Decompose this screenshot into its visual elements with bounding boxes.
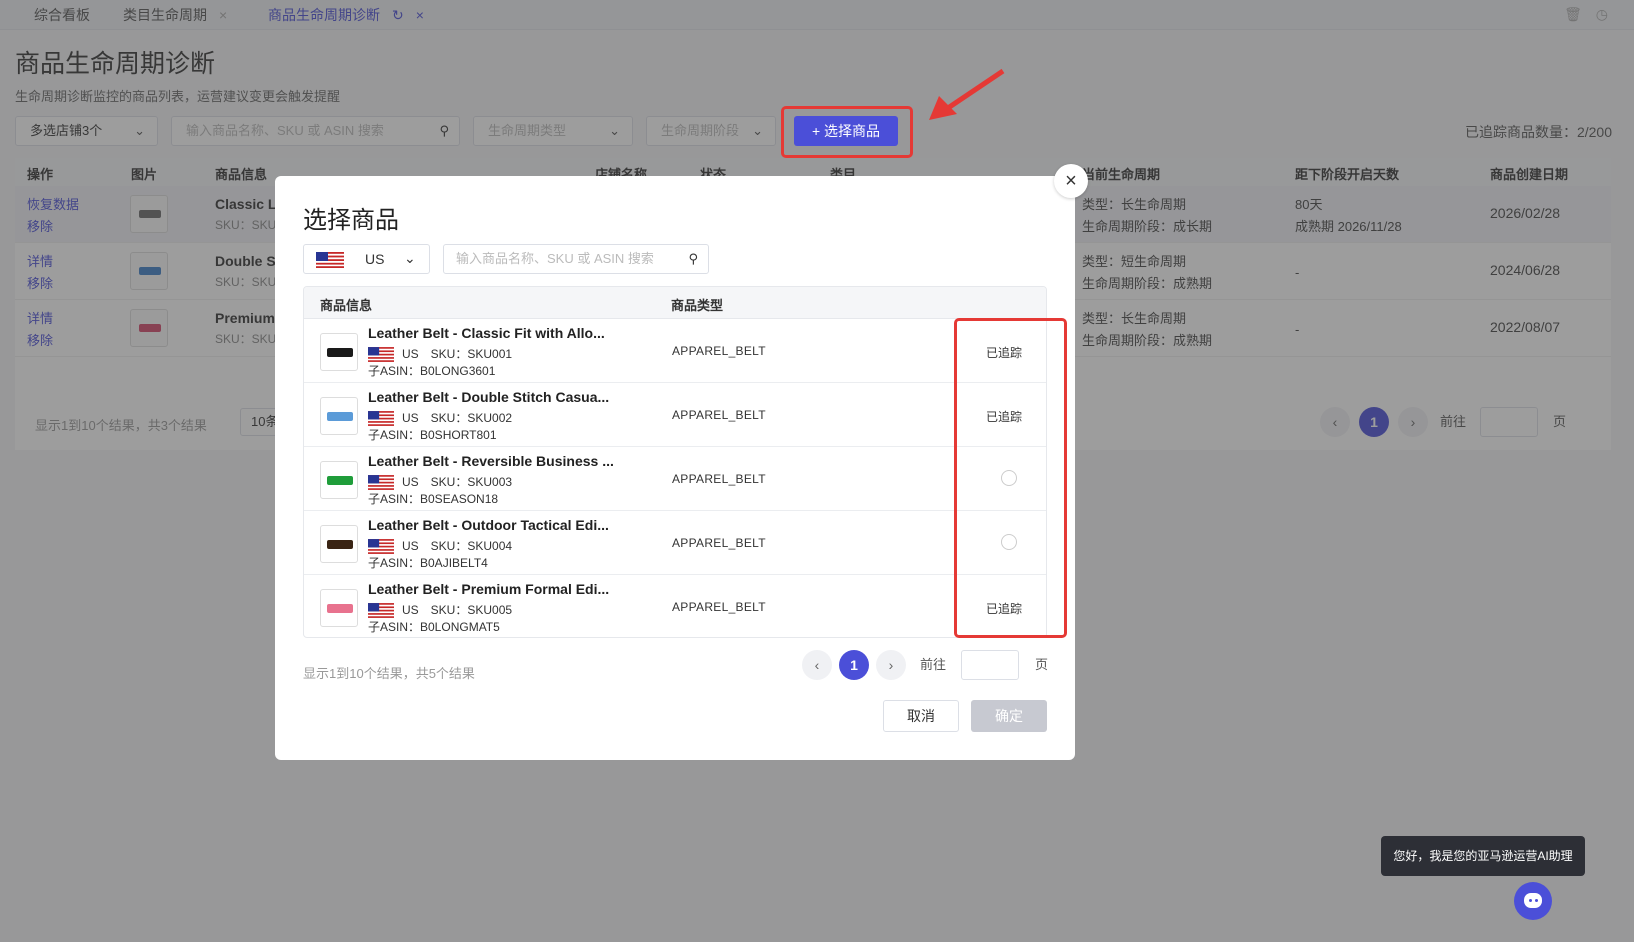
us-flag-icon: [368, 475, 394, 491]
product-row[interactable]: Leather Belt - Double Stitch Casua... US S…: [304, 383, 1046, 447]
product-type: APPAREL_BELT: [672, 344, 766, 358]
us-flag-icon: [316, 252, 344, 268]
product-meta: US SKU：SKU004: [368, 537, 512, 555]
us-flag-icon: [368, 347, 394, 363]
product-type: APPAREL_BELT: [672, 408, 766, 422]
us-flag-icon: [368, 603, 394, 619]
highlight-box: [954, 318, 1067, 638]
modal-summary: 显示1到10个结果，共5个结果: [303, 666, 475, 681]
product-thumbnail: [320, 589, 358, 627]
modal-prev-page-button[interactable]: ‹: [802, 650, 832, 680]
product-thumbnail: [320, 525, 358, 563]
product-type: APPAREL_BELT: [672, 472, 766, 486]
red-arrow-icon: [929, 68, 1005, 120]
product-row[interactable]: Leather Belt - Premium Formal Edi... US SK…: [304, 575, 1046, 637]
product-asin: 子ASIN：B0AJIBELT4: [368, 556, 488, 570]
product-thumbnail: [320, 461, 358, 499]
us-flag-icon: [368, 539, 394, 555]
product-name: Leather Belt - Outdoor Tactical Edi...: [368, 517, 609, 533]
close-modal-button[interactable]: ×: [1054, 164, 1088, 198]
us-flag-icon: [368, 411, 394, 427]
belt-icon: [327, 604, 353, 613]
product-row[interactable]: Leather Belt - Classic Fit with Allo... U…: [304, 319, 1046, 383]
ai-assistant-robot-icon[interactable]: [1514, 882, 1552, 920]
chevron-down-icon: ⌄: [404, 250, 416, 266]
modal-page-button-1[interactable]: 1: [839, 650, 869, 680]
product-meta: US SKU：SKU005: [368, 601, 512, 619]
country-select[interactable]: US ⌄: [303, 244, 430, 274]
cancel-button[interactable]: 取消: [883, 700, 959, 732]
product-asin: 子ASIN：B0LONG3601: [368, 364, 496, 378]
ai-assistant-tooltip: 您好，我是您的亚马逊运营AI助理: [1381, 836, 1585, 876]
modal-next-page-button[interactable]: ›: [876, 650, 906, 680]
product-type: APPAREL_BELT: [672, 536, 766, 550]
modal-goto-page-input[interactable]: [961, 650, 1019, 680]
product-name: Leather Belt - Classic Fit with Allo...: [368, 325, 605, 341]
product-name: Leather Belt - Reversible Business ...: [368, 453, 614, 469]
confirm-button[interactable]: 确定: [971, 700, 1047, 732]
product-row[interactable]: Leather Belt - Outdoor Tactical Edi... US…: [304, 511, 1046, 575]
modal-search-input[interactable]: 输入商品名称、SKU 或 ASIN 搜索 ⚲: [443, 244, 709, 274]
modal-table-header: 商品信息 商品类型: [304, 287, 1046, 319]
belt-icon: [327, 348, 353, 357]
product-asin: 子ASIN：B0SEASON18: [368, 492, 499, 506]
product-meta: US SKU：SKU001: [368, 345, 512, 363]
product-meta: US SKU：SKU002: [368, 409, 512, 427]
product-row[interactable]: Leather Belt - Reversible Business ... US…: [304, 447, 1046, 511]
product-meta: US SKU：SKU003: [368, 473, 512, 491]
belt-icon: [327, 412, 353, 421]
modal-product-table: 商品信息 商品类型 Leather Belt - Classic Fit wit…: [303, 286, 1047, 638]
product-type: APPAREL_BELT: [672, 600, 766, 614]
product-name: Leather Belt - Premium Formal Edi...: [368, 581, 610, 597]
product-thumbnail: [320, 397, 358, 435]
belt-icon: [327, 476, 353, 485]
highlight-box: [781, 106, 913, 158]
product-name: Leather Belt - Double Stitch Casua...: [368, 389, 610, 405]
product-thumbnail: [320, 333, 358, 371]
search-icon: ⚲: [688, 251, 698, 266]
product-asin: 子ASIN：B0SHORT801: [368, 428, 497, 442]
product-asin: 子ASIN：B0LONGMAT5: [368, 620, 500, 634]
belt-icon: [327, 540, 353, 549]
modal-title: 选择商品: [303, 207, 399, 234]
